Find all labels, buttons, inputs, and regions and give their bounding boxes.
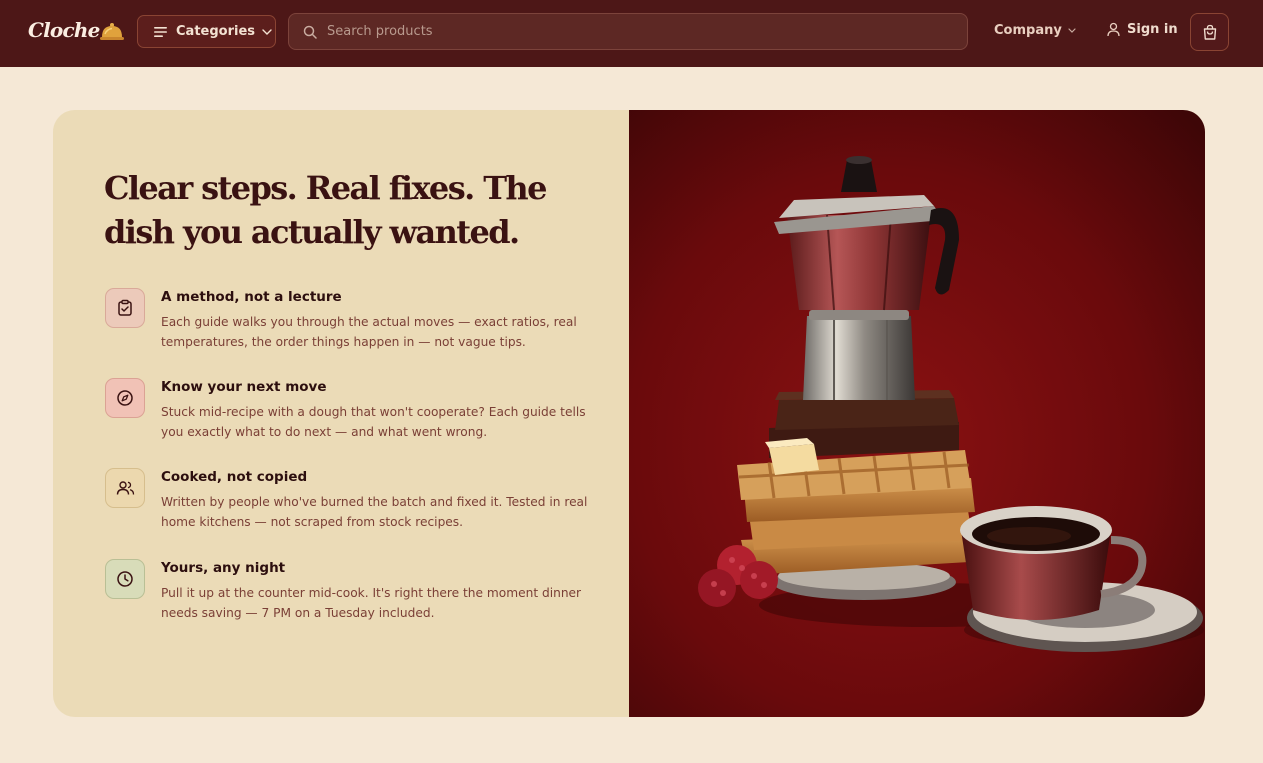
- feature-title: Yours, any night: [161, 560, 286, 576]
- feature-icon-tile: [105, 378, 145, 418]
- company-label: Company: [994, 23, 1062, 38]
- menu-icon: [154, 26, 167, 37]
- sign-in-label: Sign in: [1127, 22, 1178, 37]
- cloche-icon: [100, 23, 124, 40]
- top-navigation-bar: Cloche Categories Company: [0, 0, 1263, 67]
- clipboard-check-icon: [118, 299, 132, 316]
- feature-title: Cooked, not copied: [161, 469, 308, 485]
- compass-icon: [117, 390, 133, 406]
- hero-photo: [629, 110, 1205, 717]
- company-menu[interactable]: Company: [994, 23, 1076, 38]
- shopping-bag-icon: [1203, 24, 1216, 40]
- chevron-down-icon: [1068, 28, 1076, 33]
- feature-icon-tile: [105, 468, 145, 508]
- hero-headline: Clear steps. Real fixes. The dish you ac…: [104, 169, 547, 251]
- categories-label: Categories: [176, 24, 256, 39]
- hero-text-panel: Clear steps. Real fixes. The dish you ac…: [53, 110, 629, 717]
- feature-description: Pull it up at the counter mid-cook. It's…: [161, 586, 582, 620]
- feature-description: Stuck mid-recipe with a dough that won't…: [161, 405, 586, 439]
- users-icon: [116, 481, 134, 495]
- feature-icon-tile: [105, 288, 145, 328]
- feature-title: Know your next move: [161, 379, 327, 395]
- search-icon: [303, 25, 317, 39]
- coffee-waffles-illustration: [629, 110, 1205, 717]
- clock-icon: [117, 571, 133, 587]
- search-bar[interactable]: [288, 13, 968, 50]
- categories-button[interactable]: Categories: [137, 15, 276, 48]
- feature-icon-tile: [105, 559, 145, 599]
- feature-description: Written by people who've burned the batc…: [161, 495, 588, 529]
- chevron-down-icon: [262, 28, 272, 35]
- search-input[interactable]: [327, 24, 927, 39]
- feature-description: Each guide walks you through the actual …: [161, 315, 577, 349]
- brand-logo[interactable]: Cloche: [28, 18, 100, 42]
- feature-title: A method, not a lecture: [161, 289, 342, 305]
- hero-card: Clear steps. Real fixes. The dish you ac…: [53, 110, 1205, 717]
- user-icon: [1107, 22, 1120, 37]
- sign-in-link[interactable]: Sign in: [1106, 22, 1178, 37]
- cart-button[interactable]: [1190, 13, 1229, 51]
